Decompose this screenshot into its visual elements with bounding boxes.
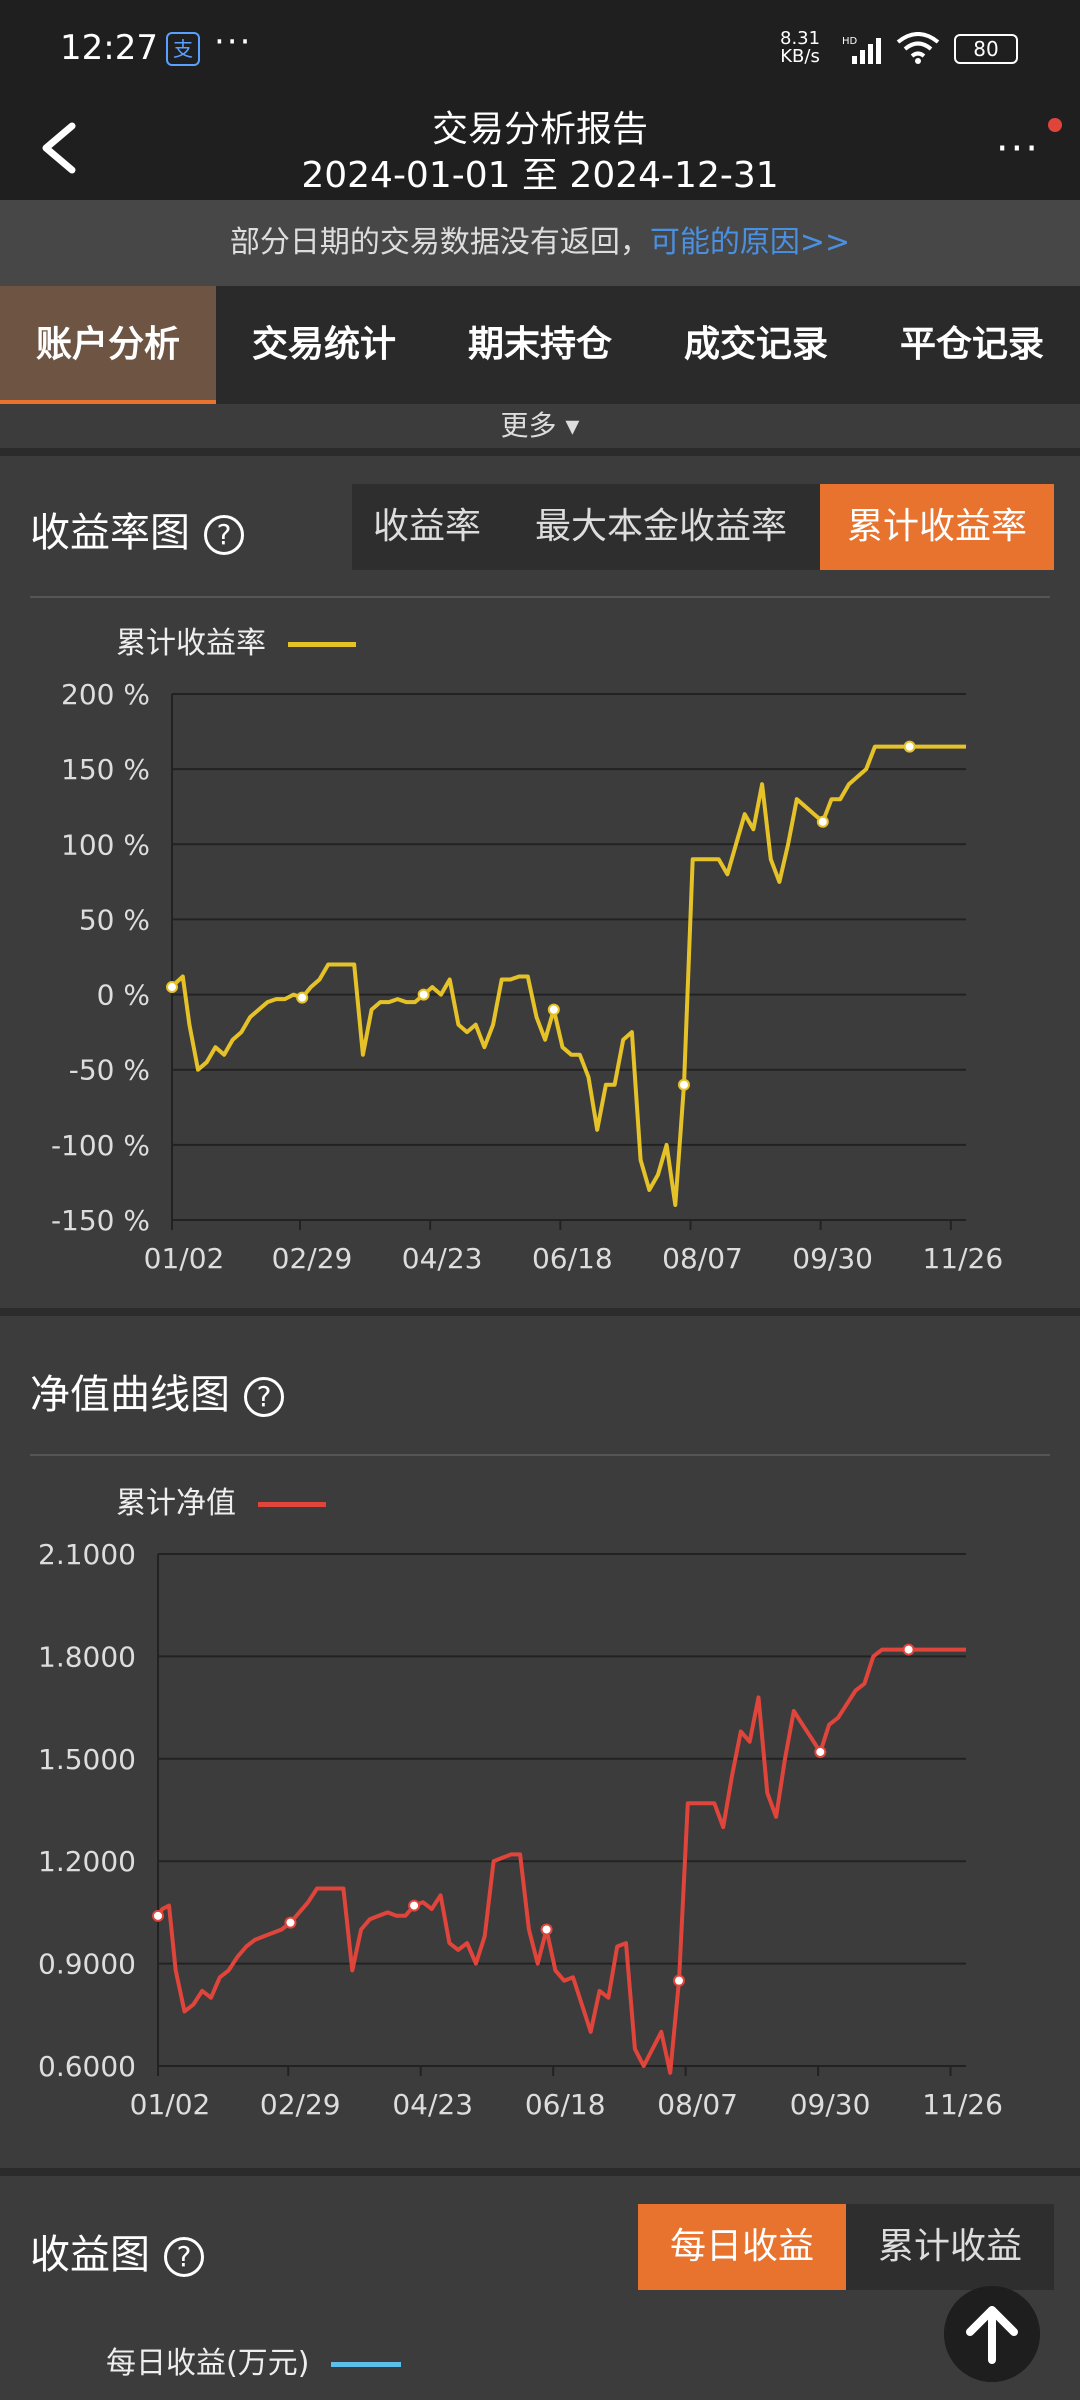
y-tick-label: -50 % bbox=[69, 1054, 150, 1087]
chart3-legend-swatch bbox=[331, 2362, 402, 2367]
chart1-legend: 累计收益率 bbox=[116, 618, 356, 662]
y-tick-label: 2.1000 bbox=[38, 1538, 136, 1571]
section-divider bbox=[0, 448, 1080, 456]
chart2-legend-swatch bbox=[258, 1502, 326, 1507]
x-tick-label: 04/23 bbox=[402, 1242, 483, 1275]
data-point bbox=[677, 1078, 690, 1091]
nav-chart-title: 净值曲线图? bbox=[30, 1362, 284, 1420]
data-point bbox=[166, 981, 178, 994]
x-tick-label: 01/02 bbox=[144, 1242, 225, 1275]
data-point bbox=[673, 1974, 686, 1987]
x-tick-label: 08/07 bbox=[657, 2088, 738, 2121]
status-time: 12:27 bbox=[60, 28, 158, 68]
y-tick-label: 1.2000 bbox=[38, 1845, 136, 1878]
data-point bbox=[816, 815, 829, 828]
more-menu-icon[interactable]: ··· bbox=[996, 126, 1040, 172]
y-tick-label: 50 % bbox=[79, 903, 150, 936]
tab-end-holdings[interactable]: 期末持仓 bbox=[432, 286, 648, 404]
x-tick-label: 09/30 bbox=[790, 2088, 871, 2121]
data-point bbox=[408, 1899, 421, 1912]
data-point bbox=[903, 740, 916, 753]
seg-daily-profit[interactable]: 每日收益 bbox=[638, 2204, 846, 2290]
notice-reason-link[interactable]: 可能的原因>> bbox=[650, 225, 850, 260]
chart3-legend-label: 每日收益(万元) bbox=[106, 2346, 310, 2381]
wifi-icon bbox=[896, 32, 940, 64]
x-tick-label: 09/30 bbox=[792, 1242, 873, 1275]
data-point bbox=[547, 1003, 560, 1016]
y-tick-label: 1.8000 bbox=[38, 1640, 136, 1673]
network-speed-unit: KB/s bbox=[780, 46, 820, 67]
chart2-legend-label: 累计净值 bbox=[116, 1486, 236, 1521]
cumulative-return-chart: 200 % 150 % 100 % 50 % 0 % -50 % -100 % -150 % 0… bbox=[51, 678, 1003, 1275]
date-range: 2024-01-01 至 2024-12-31 bbox=[301, 155, 779, 196]
y-tick-label: 0.9000 bbox=[38, 1948, 136, 1981]
chart2-legend: 累计净值 bbox=[116, 1478, 326, 1522]
battery-icon: 80 bbox=[954, 34, 1018, 64]
x-tick-label: 01/02 bbox=[130, 2088, 211, 2121]
return-chart-title: 收益率图? bbox=[30, 500, 244, 558]
divider-line bbox=[30, 596, 1050, 598]
tab-deal-records[interactable]: 成交记录 bbox=[648, 286, 864, 404]
return-chart-title-text: 收益率图 bbox=[30, 510, 190, 556]
help-icon[interactable]: ? bbox=[204, 515, 244, 555]
y-tick-label: -150 % bbox=[51, 1204, 150, 1237]
tab-close-records[interactable]: 平仓记录 bbox=[864, 286, 1080, 404]
nav-chart-title-text: 净值曲线图 bbox=[30, 1372, 230, 1418]
y-tick-label: 100 % bbox=[61, 828, 150, 861]
help-icon[interactable]: ? bbox=[244, 1377, 284, 1417]
hd-label: HD bbox=[842, 36, 858, 47]
section-divider bbox=[0, 2168, 1080, 2176]
x-tick-label: 11/26 bbox=[922, 2088, 1003, 2121]
chart1-legend-swatch bbox=[288, 642, 356, 647]
tab-trade-stats[interactable]: 交易统计 bbox=[216, 286, 432, 404]
data-point bbox=[540, 1923, 553, 1936]
data-point bbox=[417, 988, 430, 1001]
status-bar: 12:27 支 ··· 8.31 KB/s HD 80 bbox=[0, 0, 1080, 100]
y-tick-label: 0 % bbox=[97, 979, 150, 1012]
seg-return-rate[interactable]: 收益率 bbox=[352, 484, 502, 570]
profit-chart-title-text: 收益图 bbox=[30, 2232, 150, 2278]
data-point bbox=[902, 1643, 915, 1656]
chart3-legend: 每日收益(万元) bbox=[106, 2338, 402, 2382]
divider-line bbox=[30, 1454, 1050, 1456]
x-tick-label: 06/18 bbox=[532, 1242, 613, 1275]
section-divider bbox=[0, 1308, 1080, 1316]
seg-max-principal-return[interactable]: 最大本金收益率 bbox=[502, 484, 820, 570]
data-point bbox=[284, 1916, 297, 1929]
x-tick-label: 11/26 bbox=[922, 1242, 1003, 1275]
help-icon[interactable]: ? bbox=[164, 2237, 204, 2277]
notification-dots: ··· bbox=[214, 22, 253, 62]
seg-cumulative-profit[interactable]: 累计收益 bbox=[846, 2204, 1054, 2290]
y-tick-label: 200 % bbox=[61, 678, 150, 711]
chart1-legend-label: 累计收益率 bbox=[116, 626, 266, 661]
data-point bbox=[814, 1745, 827, 1758]
series-line bbox=[170, 744, 966, 1207]
network-speed: 8.31 KB/s bbox=[780, 30, 820, 66]
seg-cumulative-return[interactable]: 累计收益率 bbox=[820, 484, 1054, 570]
x-tick-label: 04/23 bbox=[392, 2088, 473, 2121]
profit-chart-title: 收益图? bbox=[30, 2222, 204, 2280]
main-tabs: 账户分析 交易统计 期末持仓 成交记录 平仓记录 bbox=[0, 286, 1080, 404]
y-tick-label: 0.6000 bbox=[38, 2050, 136, 2083]
page-title: 交易分析报告 bbox=[431, 109, 648, 150]
x-tick-label: 06/18 bbox=[525, 2088, 606, 2121]
y-tick-label: 150 % bbox=[61, 753, 150, 786]
x-tick-label: 02/29 bbox=[260, 2088, 341, 2121]
x-tick-label: 08/07 bbox=[662, 1242, 743, 1275]
net-value-chart: 2.1000 1.8000 1.5000 1.2000 0.9000 0.6000 01/0… bbox=[38, 1538, 1003, 2121]
scroll-top-button[interactable] bbox=[944, 2286, 1040, 2382]
y-tick-label: -100 % bbox=[51, 1129, 150, 1162]
data-notice: 部分日期的交易数据没有返回，可能的原因>> bbox=[0, 200, 1080, 286]
tab-account-analysis[interactable]: 账户分析 bbox=[0, 286, 216, 404]
x-tick-label: 02/29 bbox=[272, 1242, 353, 1275]
y-tick-label: 1.5000 bbox=[38, 1743, 136, 1776]
notification-dot bbox=[1048, 118, 1062, 132]
notice-text: 部分日期的交易数据没有返回， bbox=[229, 225, 650, 260]
signal-icon: HD bbox=[842, 36, 881, 64]
data-point bbox=[296, 991, 309, 1004]
nav-header: 交易分析报告 2024-01-01 至 2024-12-31 ··· bbox=[0, 100, 1080, 200]
more-tabs-toggle[interactable]: 更多 ▾ bbox=[0, 404, 1080, 448]
data-point bbox=[152, 1909, 164, 1922]
alipay-icon: 支 bbox=[166, 32, 200, 66]
